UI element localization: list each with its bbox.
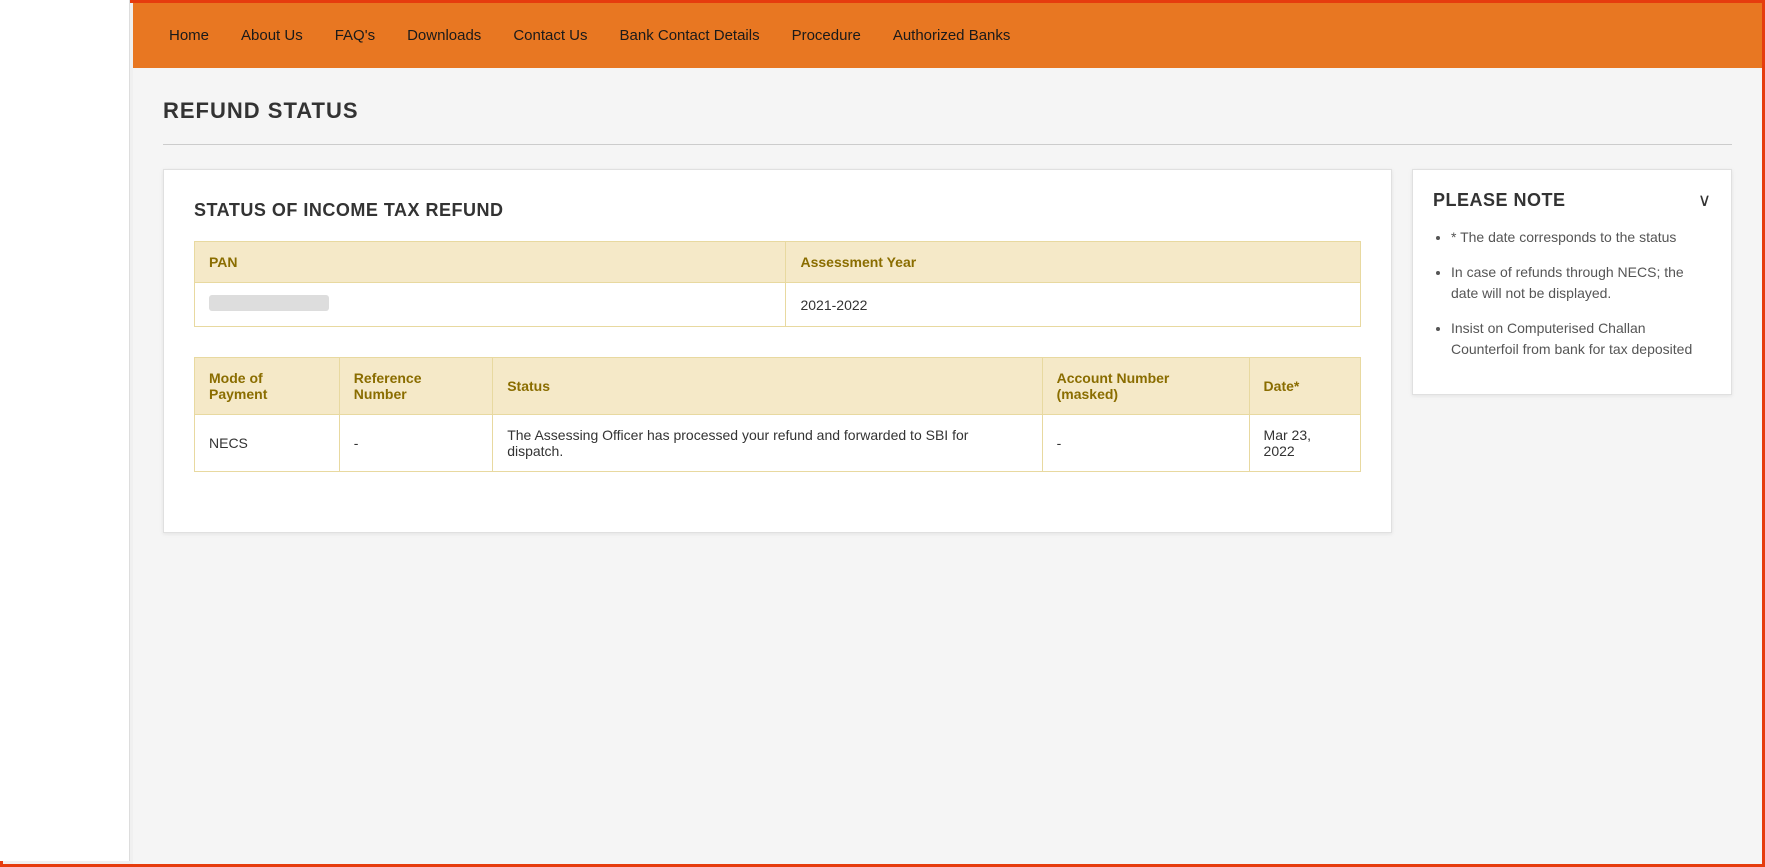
details-table-row: NECS - The Assessing Officer has process… [195, 415, 1361, 472]
page-content: REFUND STATUS STATUS OF INCOME TAX REFUN… [133, 68, 1762, 864]
details-header-date: Date* [1249, 358, 1360, 415]
chevron-down-icon[interactable]: ∨ [1698, 190, 1711, 211]
nav-about-us[interactable]: About Us [225, 27, 319, 44]
details-header-status: Status [493, 358, 1042, 415]
info-table-header-pan: PAN [195, 242, 786, 283]
nav-authorized-banks[interactable]: Authorized Banks [877, 27, 1027, 44]
info-table-pan [195, 283, 786, 327]
pan-blurred-value [209, 295, 329, 311]
content-row: STATUS OF INCOME TAX REFUND PAN Assessme… [163, 169, 1732, 533]
details-header-account: Account Number (masked) [1042, 358, 1249, 415]
details-header-ref: Reference Number [339, 358, 492, 415]
please-note-item-3: Insist on Computerised Challan Counterfo… [1451, 318, 1711, 360]
sidebar [0, 0, 130, 861]
nav-home[interactable]: Home [153, 27, 225, 44]
nav-faqs[interactable]: FAQ's [319, 27, 391, 44]
navbar: Home About Us FAQ's Downloads Contact Us… [133, 3, 1762, 68]
details-header-mode: Mode of Payment [195, 358, 340, 415]
details-reference: - [339, 415, 492, 472]
right-panel: PLEASE NOTE ∨ * The date corresponds to … [1412, 169, 1732, 395]
please-note-header: PLEASE NOTE ∨ [1433, 190, 1711, 211]
info-table-header-ay: Assessment Year [786, 242, 1361, 283]
page-title: REFUND STATUS [163, 98, 1732, 124]
info-table-ay: 2021-2022 [786, 283, 1361, 327]
please-note-item-2: In case of refunds through NECS; the dat… [1451, 262, 1711, 304]
status-section-title: STATUS OF INCOME TAX REFUND [194, 200, 1361, 221]
title-divider [163, 144, 1732, 145]
nav-procedure[interactable]: Procedure [776, 27, 877, 44]
info-table-row: 2021-2022 [195, 283, 1361, 327]
details-mode: NECS [195, 415, 340, 472]
details-table: Mode of Payment Reference Number Status … [194, 357, 1361, 472]
nav-bank-contact-details[interactable]: Bank Contact Details [604, 27, 776, 44]
nav-downloads[interactable]: Downloads [391, 27, 497, 44]
left-panel: STATUS OF INCOME TAX REFUND PAN Assessme… [163, 169, 1392, 533]
details-status: The Assessing Officer has processed your… [493, 415, 1042, 472]
please-note-title: PLEASE NOTE [1433, 190, 1566, 211]
details-account: - [1042, 415, 1249, 472]
please-note-list: * The date corresponds to the status In … [1433, 227, 1711, 360]
details-date: Mar 23, 2022 [1249, 415, 1360, 472]
please-note-item-1: * The date corresponds to the status [1451, 227, 1711, 248]
info-table: PAN Assessment Year 2021-2022 [194, 241, 1361, 327]
nav-contact-us[interactable]: Contact Us [497, 27, 603, 44]
